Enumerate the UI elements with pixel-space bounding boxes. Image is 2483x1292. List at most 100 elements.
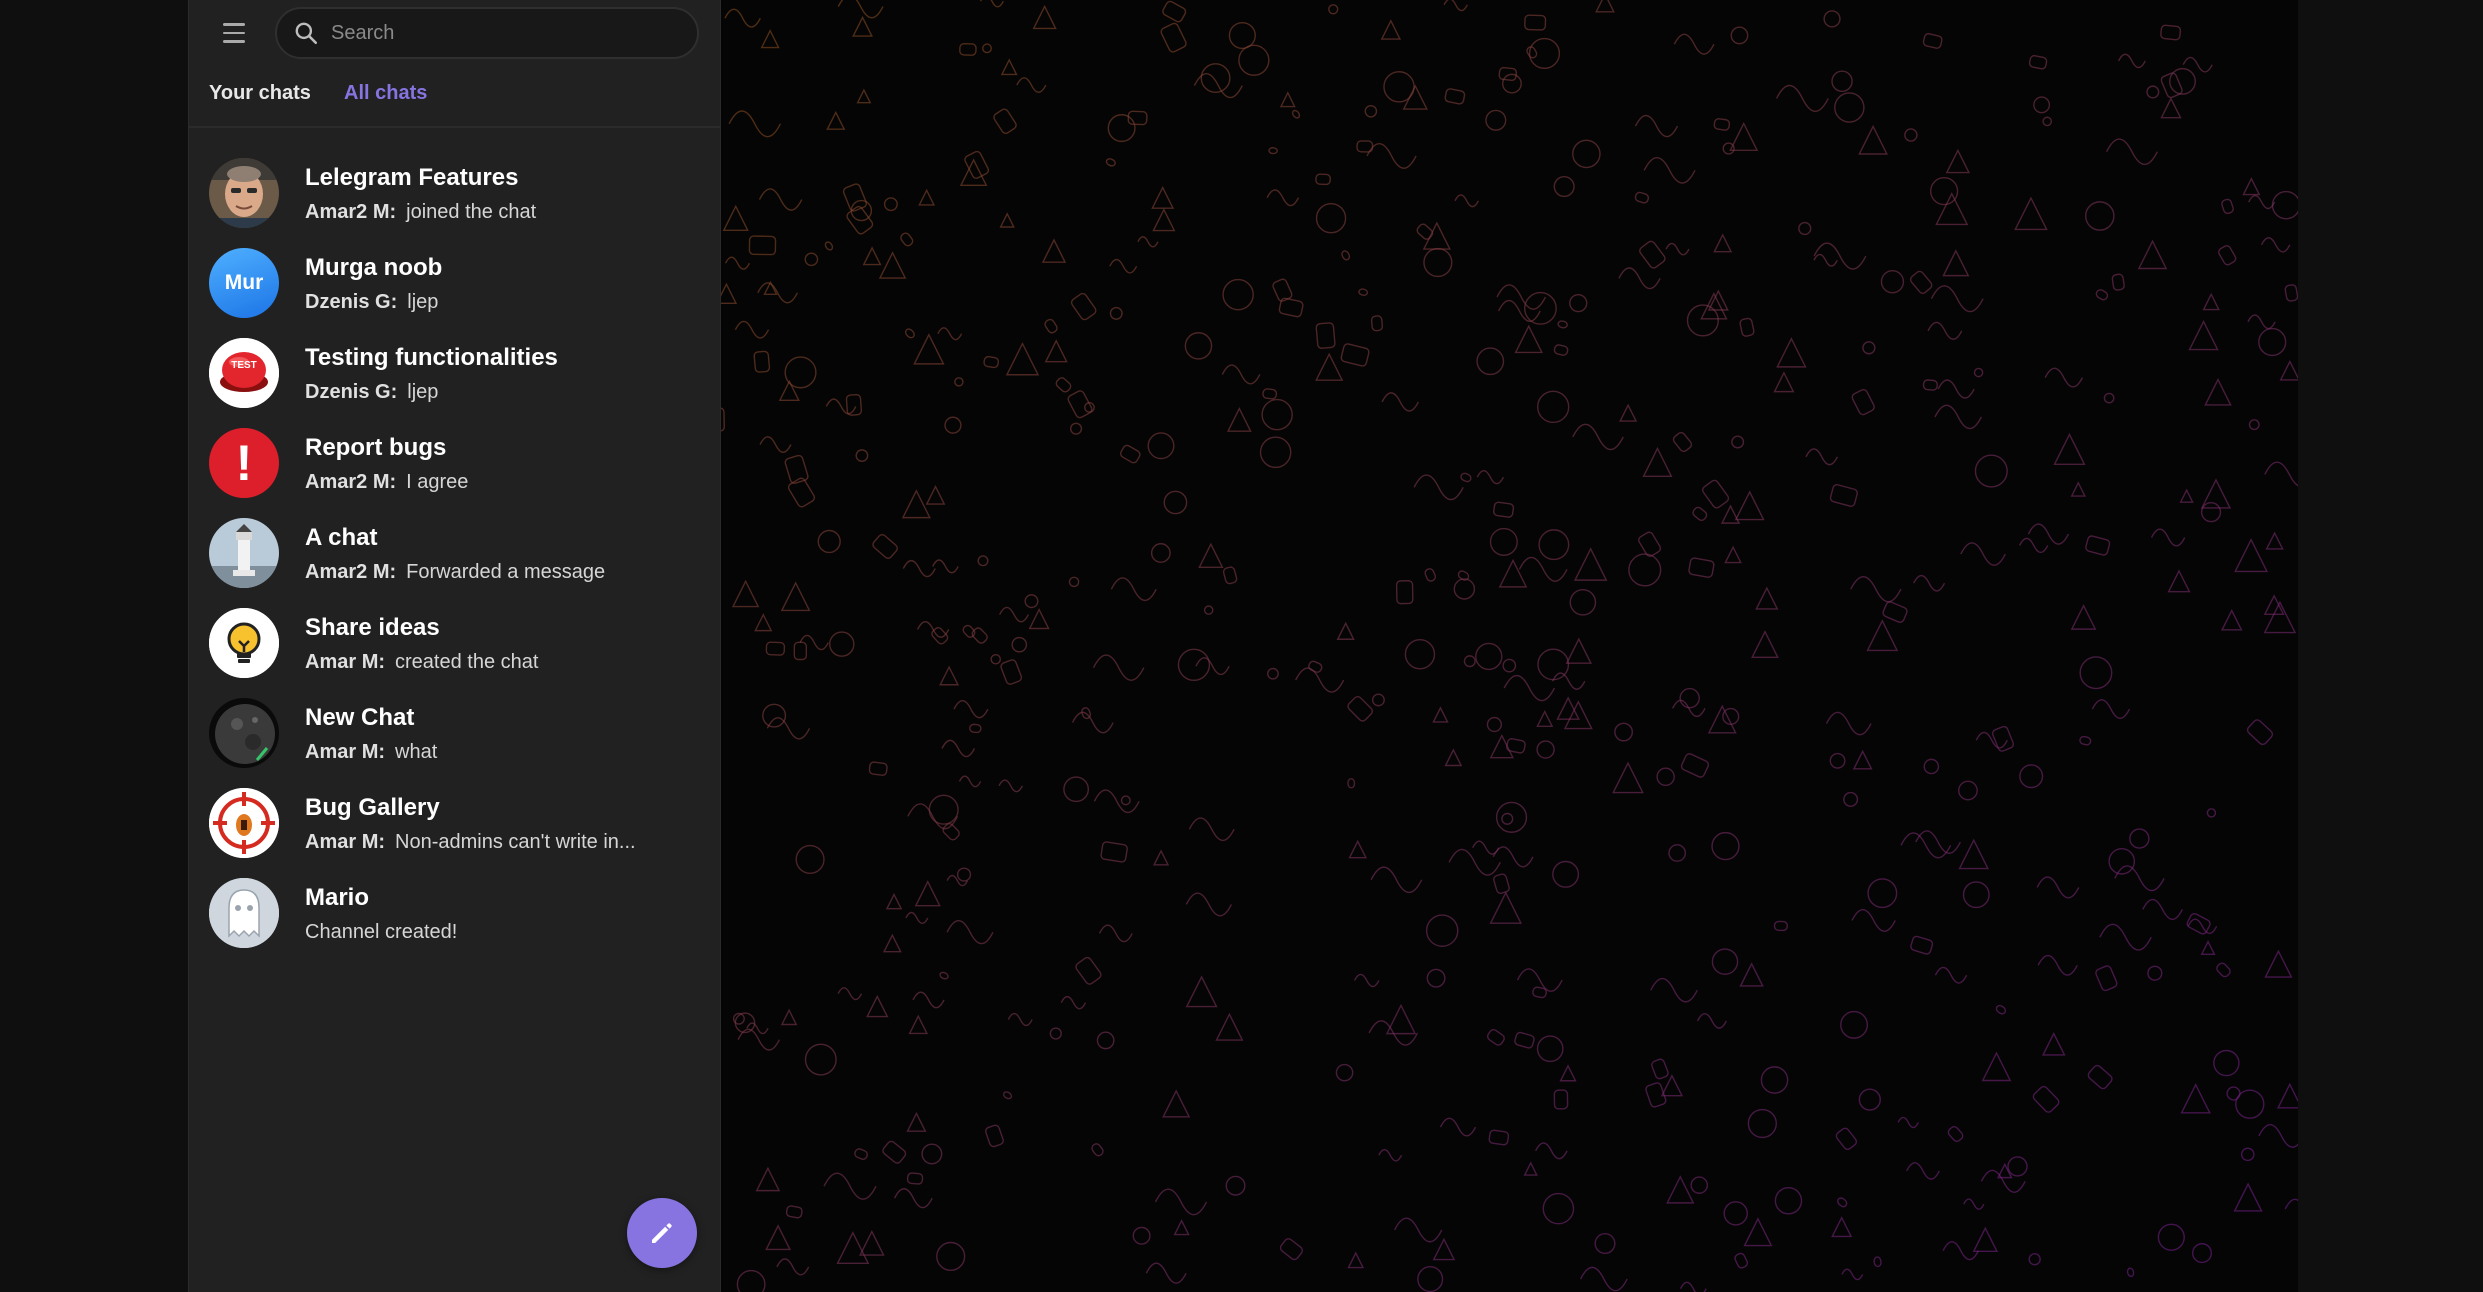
doodle-shape (1402, 84, 1428, 110)
doodle-shape (1723, 1201, 1748, 1226)
chat-preview: Channel created! (305, 921, 457, 944)
menu-button[interactable] (215, 14, 253, 52)
doodle-shape (1660, 1074, 1684, 1097)
chat-title: A chat (305, 524, 378, 551)
doodle-shape (1897, 1116, 1920, 1129)
chat-item-lelegram-features[interactable]: Lelegram Features Amar2 M: joined the cha… (189, 148, 722, 238)
doodle-shape (1347, 1251, 1365, 1269)
doodle-shape (1692, 506, 1708, 522)
doodle-shape (1486, 1028, 1505, 1046)
doodle-shape (1228, 21, 1256, 50)
doodle-shape (1226, 407, 1252, 432)
chat-item-a-chat[interactable]: A chat Amar2 M: Forwarded a message (189, 508, 722, 598)
doodle-shape (1044, 339, 1068, 363)
doodle-shape (1432, 1237, 1456, 1261)
chat-item-new-chat[interactable]: New Chat Amar M: what (189, 688, 722, 778)
chat-item-report-bugs[interactable]: ! Report bugs Amar2 M: I agree (189, 418, 722, 508)
doodle-shape (784, 356, 817, 389)
doodle-shape (2242, 177, 2261, 196)
doodle-shape (1370, 866, 1423, 894)
chat-title: Share ideas (305, 614, 440, 641)
doodle-shape (885, 892, 903, 910)
menu-icon (223, 23, 245, 26)
doodle-shape (1837, 1197, 1848, 1208)
doodle-shape (1145, 1262, 1187, 1284)
doodle-shape (925, 485, 946, 505)
chat-sender: Dzenis G: (305, 381, 398, 403)
doodle-shape (2042, 116, 2053, 127)
doodle-shape (736, 1269, 766, 1292)
lighthouse-icon (209, 518, 279, 588)
doodle-shape (1150, 543, 1171, 563)
doodle-shape (1913, 574, 1946, 592)
doodle-shape (1063, 776, 1090, 803)
doodle-shape (2019, 764, 2044, 789)
doodle-shape (1380, 19, 1402, 40)
doodle-shape (852, 15, 874, 37)
doodle-shape (1734, 490, 1765, 521)
avatar-initials: Mur (224, 271, 264, 294)
chat-item-bug-gallery[interactable]: Bug Gallery Amar M: Non-admins can't writ… (189, 778, 722, 868)
avatar (209, 698, 279, 768)
doodle-shape (1731, 435, 1745, 449)
doodle-shape (1904, 128, 1918, 142)
search-input[interactable] (331, 21, 671, 45)
chat-preview: Amar M: Non-admins can't write in... (305, 831, 636, 854)
doodle-shape (1472, 840, 1500, 855)
doodle-shape (937, 327, 963, 341)
doodle-shape (939, 665, 960, 686)
doodle-shape (1109, 306, 1123, 320)
doodle-shape (2027, 523, 2070, 545)
chat-title: Bug Gallery (305, 794, 440, 821)
doodle-shape (2032, 1085, 2060, 1113)
doodle-shape (1463, 655, 1476, 668)
doodle-shape (1523, 1161, 1538, 1176)
chat-item-share-ideas[interactable]: Share ideas Amar M: created the chat (189, 598, 722, 688)
doodle-shape (1266, 189, 1300, 207)
doodle-shape (1448, 848, 1501, 876)
doodle-shape (958, 775, 982, 788)
doodle-shape (1935, 192, 1969, 226)
doodle-shape (1829, 752, 1846, 769)
doodle-shape (1614, 722, 1634, 742)
avatar: TEST (209, 338, 279, 408)
doodle-shape (1960, 542, 2006, 566)
doodle-shape (1358, 288, 1369, 296)
doodle-shape (1565, 637, 1592, 664)
doodle-shape (1049, 1027, 1062, 1040)
doodle-shape (1098, 924, 1133, 943)
doodle-shape (1701, 479, 1730, 509)
search-bar[interactable] (275, 7, 699, 59)
doodle-shape (954, 377, 964, 387)
doodle-shape (1975, 731, 2008, 749)
doodle-shape (883, 197, 898, 212)
chat-item-mario[interactable]: Mario Channel created! (189, 868, 722, 958)
doodle-shape (746, 1022, 769, 1035)
doodle-shape (944, 416, 962, 434)
chat-item-testing-functionalities[interactable]: TEST Testing functionalities Dzenis G: lj… (189, 328, 722, 418)
lightbulb-icon (209, 608, 279, 678)
doodle-shape (854, 1148, 868, 1160)
tab-all-chats[interactable]: All chats (344, 82, 427, 105)
new-message-button[interactable] (627, 1198, 697, 1268)
tab-your-chats[interactable]: Your chats (209, 82, 311, 105)
chat-title: Report bugs (305, 434, 447, 461)
doodle-shape (837, 987, 863, 1001)
doodle-shape (1711, 948, 1739, 975)
doodle-shape (1119, 444, 1141, 464)
doodle-shape (2099, 923, 2152, 951)
doodle-shape (1852, 749, 1873, 770)
doodle-shape (2260, 237, 2291, 253)
chat-item-murga-noob[interactable]: Mur Murga noob Dzenis G: ljep (189, 238, 722, 328)
doodle-shape (1642, 446, 1673, 477)
doodle-shape (1393, 1217, 1443, 1243)
doodle-shape (1688, 557, 1715, 578)
doodle-shape (1743, 1217, 1773, 1247)
doodle-shape (1552, 860, 1580, 888)
doodle-shape (2146, 85, 2160, 99)
doodle-shape (998, 779, 1024, 793)
chat-sender: Amar M: (305, 651, 386, 673)
doodle-shape (1751, 630, 1779, 658)
doodle-shape (913, 333, 945, 365)
avatar (209, 518, 279, 588)
